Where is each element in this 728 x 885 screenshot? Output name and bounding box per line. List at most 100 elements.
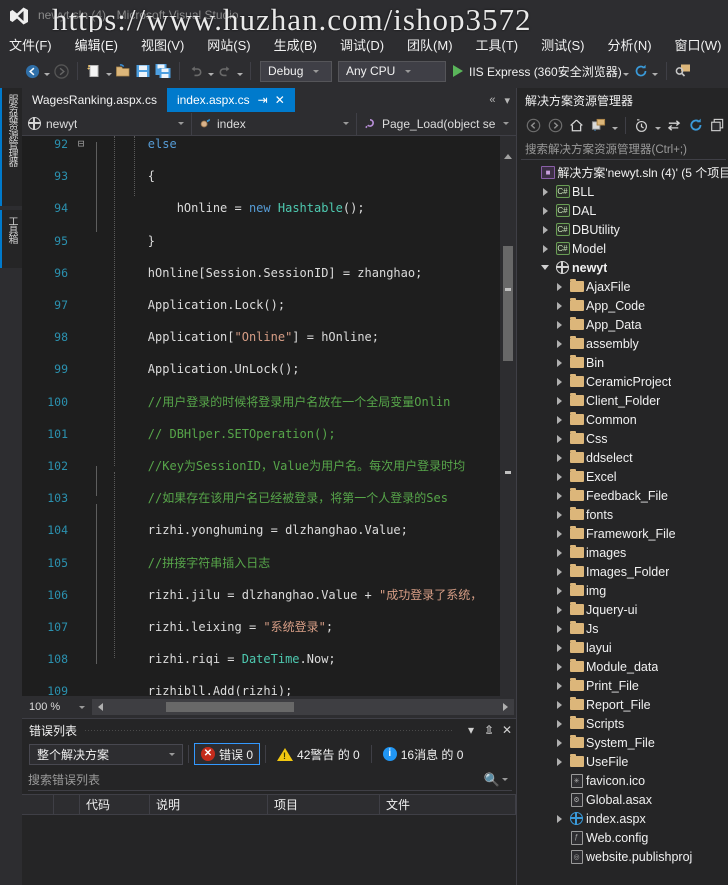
tree-node-dbutility[interactable]: C# DBUtility (517, 220, 728, 239)
chevron-right-icon[interactable] (551, 548, 567, 557)
close-tab-icon[interactable]: ✕ (275, 94, 285, 106)
tree-node-framework-file[interactable]: Framework_File (517, 524, 728, 543)
search-icon[interactable]: 🔍 (484, 772, 502, 788)
forward-arrow-icon[interactable] (545, 115, 566, 136)
warnings-filter-button[interactable]: 42警告 的 0 (271, 743, 366, 765)
chevron-down-icon[interactable] (338, 122, 354, 125)
tree-node-common[interactable]: Common (517, 410, 728, 429)
tree-node-feedback-file[interactable]: Feedback_File (517, 486, 728, 505)
chevron-right-icon[interactable] (551, 491, 567, 500)
messages-filter-button[interactable]: i 16消息 的 0 (377, 743, 470, 765)
chevron-down-icon[interactable]: ▾ (462, 721, 480, 739)
tree-node-img[interactable]: img (517, 581, 728, 600)
chevron-down-icon[interactable] (79, 706, 90, 709)
pin-panel-icon[interactable]: ⇭ (480, 721, 498, 739)
chevron-right-icon[interactable] (551, 757, 567, 766)
collapse-all-icon[interactable] (707, 115, 728, 136)
history-icon[interactable] (631, 115, 652, 136)
vdock-server-explorer[interactable]: 服务器资源管理器 (0, 88, 22, 206)
chevron-right-icon[interactable] (551, 320, 567, 329)
chevron-right-icon[interactable] (551, 510, 567, 519)
navbar-member-combo[interactable]: Page_Load(object se (357, 113, 516, 135)
tab-list-menu-icon[interactable]: ▾ (504, 94, 510, 107)
menu-tools[interactable]: 工具(T) (476, 33, 527, 56)
editor-tab-index[interactable]: index.aspx.cs ⇥ ✕ (166, 88, 295, 112)
tree-node-dal[interactable]: C# DAL (517, 201, 728, 220)
tree-node-app-code[interactable]: App_Code (517, 296, 728, 315)
tree-node-favicon-ico[interactable]: ✳ favicon.ico (517, 771, 728, 790)
chevron-down-icon[interactable] (401, 70, 415, 73)
find-in-files-icon[interactable] (673, 61, 693, 81)
chevron-right-icon[interactable] (551, 681, 567, 690)
redo-dropdown-caret[interactable] (235, 62, 244, 80)
chevron-right-icon[interactable] (551, 377, 567, 386)
error-list-column-header[interactable]: 文件 (380, 795, 516, 814)
home-icon[interactable] (567, 115, 588, 136)
chevron-right-icon[interactable] (551, 282, 567, 291)
error-list-column-header[interactable] (54, 795, 80, 814)
tree-node-images[interactable]: images (517, 543, 728, 562)
tree-node-jquery-ui[interactable]: Jquery-ui (517, 600, 728, 619)
close-panel-icon[interactable]: ✕ (498, 721, 516, 739)
tree-node-assembly[interactable]: assembly (517, 334, 728, 353)
tree-node-layui[interactable]: layui (517, 638, 728, 657)
chevron-right-icon[interactable] (551, 700, 567, 709)
scroll-left-arrow-icon[interactable] (98, 703, 103, 711)
error-list-column-header[interactable] (22, 795, 54, 814)
chevron-right-icon[interactable] (537, 187, 553, 196)
forward-arrow-icon[interactable] (51, 61, 71, 81)
hscrollbar-thumb[interactable] (166, 702, 294, 712)
sync-icon[interactable] (664, 115, 685, 136)
tree-node-newyt[interactable]: newyt (517, 258, 728, 277)
error-scope-combo[interactable]: 整个解决方案 (29, 743, 183, 765)
chevron-right-icon[interactable] (551, 396, 567, 405)
refresh-icon[interactable] (685, 115, 706, 136)
new-item-icon[interactable] (84, 61, 104, 81)
tree-node-ddselect[interactable]: ddselect (517, 448, 728, 467)
tree-node-website-publishproj[interactable]: ◎ website.publishproj (517, 847, 728, 866)
menu-analyze[interactable]: 分析(N) (607, 33, 659, 56)
tree-node-usefile[interactable]: UseFile (517, 752, 728, 771)
chevron-right-icon[interactable] (537, 244, 553, 253)
menu-website[interactable]: 网站(S) (207, 33, 258, 56)
platform-combo[interactable]: Any CPU (338, 60, 446, 82)
tree-node-module-data[interactable]: Module_data (517, 657, 728, 676)
tree-node-js[interactable]: Js (517, 619, 728, 638)
tree-node-images-folder[interactable]: Images_Folder (517, 562, 728, 581)
undo-dropdown-caret[interactable] (206, 62, 215, 80)
tree-node-fonts[interactable]: fonts (517, 505, 728, 524)
save-all-icon[interactable] (153, 61, 173, 81)
code-line[interactable]: 98 Application["Online"] = hOnline; (22, 329, 516, 345)
chevron-right-icon[interactable] (551, 529, 567, 538)
pin-tab-icon[interactable]: ⇥ (258, 94, 268, 106)
menu-file[interactable]: 文件(F) (9, 33, 60, 56)
tree-node-index-aspx[interactable]: index.aspx (517, 809, 728, 828)
code-line[interactable]: 99 Application.UnLock(); (22, 361, 516, 377)
vdock-toolbox[interactable]: 工具箱 (0, 210, 22, 268)
pending-changes-icon[interactable] (588, 115, 609, 136)
chevron-right-icon[interactable] (551, 339, 567, 348)
back-arrow-icon[interactable] (523, 115, 544, 136)
editor-horizontal-scrollbar[interactable] (92, 699, 514, 715)
chevron-right-icon[interactable] (551, 586, 567, 595)
chevron-down-icon[interactable] (173, 122, 189, 125)
chevron-right-icon[interactable] (537, 225, 553, 234)
code-line[interactable]: 101 // DBHlper.SETOperation(); (22, 426, 516, 442)
chevron-right-icon[interactable] (551, 358, 567, 367)
error-list-column-header[interactable]: 项目 (268, 795, 380, 814)
code-line[interactable]: 96 hOnline[Session.SessionID] = zhanghao… (22, 265, 516, 281)
chevron-right-icon[interactable] (551, 434, 567, 443)
chevron-right-icon[interactable] (551, 567, 567, 576)
tree-node-print-file[interactable]: Print_File (517, 676, 728, 695)
chevron-right-icon[interactable] (537, 206, 553, 215)
tree-node-scripts[interactable]: Scripts (517, 714, 728, 733)
open-folder-icon[interactable] (113, 61, 133, 81)
collapse-glyph-icon[interactable]: ⊟ (74, 136, 88, 152)
tab-overflow-icon[interactable]: « (489, 94, 495, 106)
drag-handle[interactable] (85, 729, 454, 731)
menu-team[interactable]: 团队(M) (407, 33, 461, 56)
menu-window[interactable]: 窗口(W) (675, 33, 728, 56)
chevron-right-icon[interactable] (551, 719, 567, 728)
chevron-down-icon[interactable] (309, 70, 323, 73)
tree-node-global-asax[interactable]: ⚙ Global.asax (517, 790, 728, 809)
